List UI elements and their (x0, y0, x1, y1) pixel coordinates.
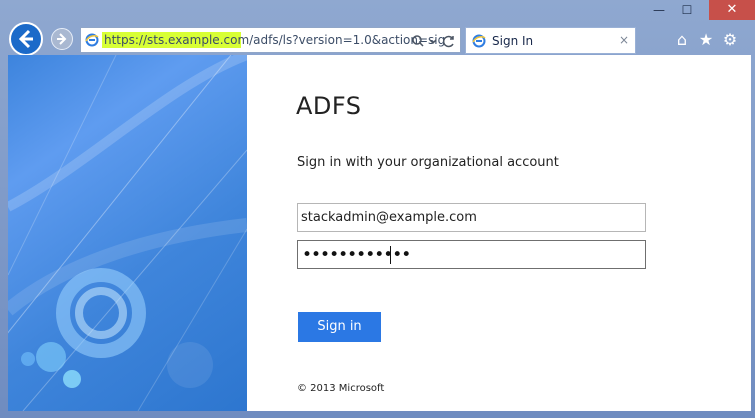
tab-sign-in[interactable]: Sign In × (465, 27, 636, 54)
decorative-side-illustration (8, 55, 247, 411)
subtitle: Sign in with your organizational account (297, 155, 559, 170)
url-text[interactable]: https://sts.example.com/adfs/ls?version=… (104, 33, 445, 47)
internet-explorer-icon (472, 34, 486, 48)
back-button[interactable] (9, 22, 43, 56)
minimize-button[interactable]: — (646, 0, 672, 20)
email-value: stackadmin@example.com (301, 210, 477, 225)
text-caret (390, 246, 391, 264)
star-icon[interactable]: ★ (697, 31, 715, 49)
forward-button[interactable] (51, 28, 73, 50)
page-content: ADFS Sign in with your organizational ac… (8, 55, 751, 411)
abstract-pattern-illustration (8, 55, 247, 411)
internet-explorer-icon (85, 33, 99, 47)
address-bar[interactable]: https://sts.example.com/adfs/ls?version=… (80, 27, 461, 53)
gear-icon[interactable]: ⚙ (721, 31, 739, 49)
page-title: ADFS (296, 92, 362, 120)
refresh-icon[interactable] (442, 34, 456, 48)
sign-in-button[interactable]: Sign in (298, 312, 381, 342)
password-field[interactable]: •••••••••••• (297, 240, 646, 269)
dropdown-icon[interactable] (428, 37, 438, 47)
tab-close-icon[interactable]: × (619, 33, 629, 47)
back-arrow-icon (18, 29, 33, 49)
browser-toolbar-icons: ⌂ ★ ⚙ (673, 31, 745, 49)
copyright-footer: © 2013 Microsoft (297, 383, 385, 394)
browser-window: — ☐ ✕ https://sts.example.com/adfs/ls?ve… (0, 0, 755, 418)
home-icon[interactable]: ⌂ (673, 31, 691, 49)
title-bar: — ☐ ✕ (0, 0, 755, 26)
email-field[interactable]: stackadmin@example.com (297, 203, 646, 232)
close-button[interactable]: ✕ (709, 0, 755, 20)
search-icon[interactable] (411, 34, 425, 48)
forward-arrow-icon (57, 33, 67, 45)
password-mask: •••••••••••• (302, 245, 411, 265)
tab-title: Sign In (492, 34, 534, 48)
maximize-button[interactable]: ☐ (674, 0, 700, 20)
